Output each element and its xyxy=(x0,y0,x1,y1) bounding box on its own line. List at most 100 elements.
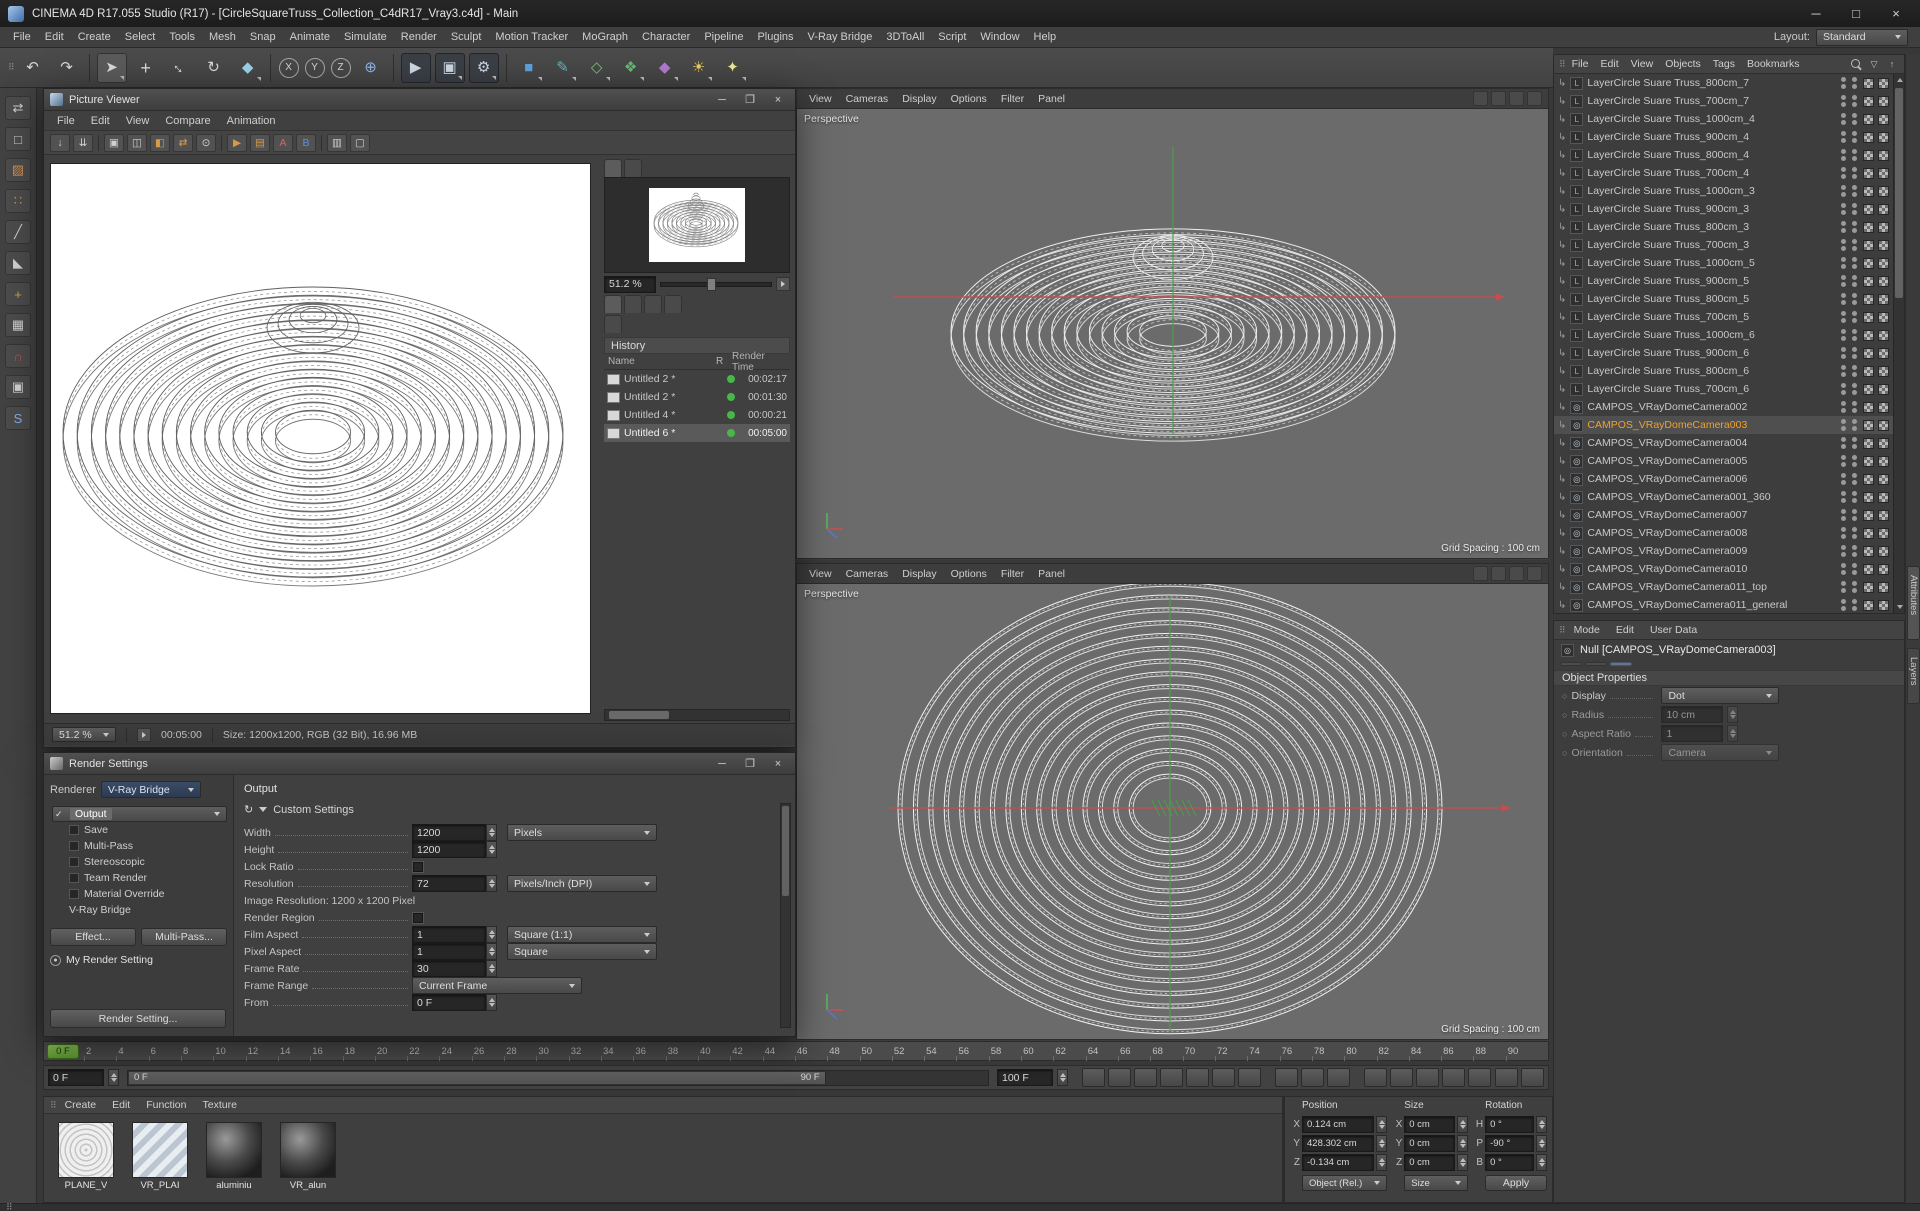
menubar-item[interactable]: Create xyxy=(71,31,118,43)
viewport-menu-item[interactable]: Options xyxy=(945,93,993,105)
render-toggle-icon[interactable] xyxy=(1852,185,1857,197)
field-unit-select[interactable]: Pixels xyxy=(507,824,657,841)
render-toggle-icon[interactable] xyxy=(1852,383,1857,395)
navigator-tab[interactable] xyxy=(604,159,622,177)
visibility-toggle-icon[interactable] xyxy=(1841,455,1846,467)
object-row[interactable]: ↳ L LayerCircle Suare Truss_700cm_4 xyxy=(1554,164,1893,182)
rotation-h-input[interactable]: 0 ° xyxy=(1485,1116,1534,1133)
object-row[interactable]: ↳ ◎ CAMPOS_VRayDomeCamera011_general xyxy=(1554,596,1893,613)
texture-tag-icon[interactable] xyxy=(1878,294,1889,305)
timeline-mode-button[interactable] xyxy=(1495,1068,1518,1087)
viewport-menu-item[interactable]: Panel xyxy=(1032,93,1071,105)
rotation-p-input[interactable]: -90 ° xyxy=(1485,1135,1534,1152)
apply-button[interactable]: Apply xyxy=(1485,1175,1547,1191)
texture-tag-icon[interactable] xyxy=(1863,366,1874,377)
texture-tag-icon[interactable] xyxy=(1878,420,1889,431)
hierarchy-arrow-icon[interactable]: ↳ xyxy=(1558,132,1566,143)
menubar-item[interactable]: Animate xyxy=(283,31,337,43)
menubar-item[interactable]: Edit xyxy=(38,31,71,43)
spinner[interactable] xyxy=(1376,1154,1387,1171)
render-toggle-icon[interactable] xyxy=(1852,563,1857,575)
visibility-toggle-icon[interactable] xyxy=(1841,77,1846,89)
menubar-item[interactable]: Simulate xyxy=(337,31,394,43)
texture-tag-icon[interactable] xyxy=(1878,438,1889,449)
compare-ab-icon[interactable]: ◧ xyxy=(150,134,170,152)
texture-tag-icon[interactable] xyxy=(1878,222,1889,233)
om-menu-item[interactable]: Edit xyxy=(1596,58,1624,70)
rs-vertical-scrollbar[interactable] xyxy=(780,803,791,1028)
timeline-handle-icon[interactable] xyxy=(1521,1068,1544,1087)
menubar-item[interactable]: Sculpt xyxy=(444,31,489,43)
render-toggle-icon[interactable] xyxy=(1852,239,1857,251)
field-value-input[interactable]: 1 xyxy=(412,926,486,943)
texture-tag-icon[interactable] xyxy=(1878,240,1889,251)
am-lock-icon[interactable] xyxy=(1866,623,1880,637)
toolbar-separator[interactable] xyxy=(89,54,90,82)
object-row[interactable]: ↳ ◎ CAMPOS_VRayDomeCamera009 xyxy=(1554,542,1893,560)
panel-handle-icon[interactable]: ⠿ xyxy=(1559,625,1565,636)
object-row[interactable]: ↳ L LayerCircle Suare Truss_900cm_5 xyxy=(1554,272,1893,290)
render-settings-section[interactable]: Material Override xyxy=(52,886,227,902)
attribute-tab[interactable] xyxy=(1560,662,1582,666)
object-row[interactable]: ↳ L LayerCircle Suare Truss_900cm_3 xyxy=(1554,200,1893,218)
object-row[interactable]: ↳ ◎ CAMPOS_VRayDomeCamera010 xyxy=(1554,560,1893,578)
pv-menu-item[interactable]: View xyxy=(119,115,157,127)
render-settings-titlebar[interactable]: Render Settings ─ ❐ × xyxy=(44,753,795,775)
scroll-up-arrow[interactable] xyxy=(1894,74,1905,86)
visibility-toggle-icon[interactable] xyxy=(1841,185,1846,197)
status-zoom-select[interactable]: 51.2 % xyxy=(52,727,116,742)
viewport-menu-item[interactable]: View xyxy=(803,568,838,580)
texture-tag-icon[interactable] xyxy=(1863,96,1874,107)
rotate-tool[interactable]: ↻ xyxy=(199,53,229,83)
texture-tag-icon[interactable] xyxy=(1863,492,1874,503)
object-row[interactable]: ↳ L LayerCircle Suare Truss_800cm_5 xyxy=(1554,290,1893,308)
object-row[interactable]: ↳ ◎ CAMPOS_VRayDomeCamera006 xyxy=(1554,470,1893,488)
render-setting-radio-icon[interactable]: ● xyxy=(50,955,61,966)
add-spline-button[interactable]: ✎ xyxy=(548,53,578,83)
texture-tag-icon[interactable] xyxy=(1863,168,1874,179)
move-tool[interactable]: + xyxy=(131,53,161,83)
hierarchy-arrow-icon[interactable]: ↳ xyxy=(1558,600,1566,611)
render-toggle-icon[interactable] xyxy=(1852,275,1857,287)
visibility-toggle-icon[interactable] xyxy=(1841,347,1846,359)
texture-tag-icon[interactable] xyxy=(1863,312,1874,323)
texture-tag-icon[interactable] xyxy=(1863,600,1874,611)
field-value-input[interactable]: 30 xyxy=(412,960,486,977)
texture-tag-icon[interactable] xyxy=(1863,528,1874,539)
texture-tag-icon[interactable] xyxy=(1878,96,1889,107)
render-toggle-icon[interactable] xyxy=(1852,365,1857,377)
menubar-item[interactable]: Render xyxy=(394,31,444,43)
viewport-menu-item[interactable]: Filter xyxy=(995,568,1030,580)
add-deformer-button[interactable]: ◆ xyxy=(650,53,680,83)
viewport-menu-item[interactable]: Panel xyxy=(1032,568,1071,580)
pv-panel-tab[interactable] xyxy=(644,295,662,313)
field-unit-select[interactable]: Current Frame xyxy=(412,977,582,994)
texture-tag-icon[interactable] xyxy=(1878,276,1889,287)
record-options-button[interactable] xyxy=(1327,1068,1350,1087)
picture-viewer-window[interactable]: Picture Viewer ─ ❐ × FileEditViewCompare… xyxy=(43,88,796,748)
history-row[interactable]: Untitled 2 * 00:02:17 xyxy=(604,370,790,388)
menubar-item[interactable]: Tools xyxy=(162,31,202,43)
visibility-toggle-icon[interactable] xyxy=(1841,239,1846,251)
spinner[interactable] xyxy=(1536,1154,1547,1171)
menubar-item[interactable]: V-Ray Bridge xyxy=(801,31,880,43)
field-spinner[interactable] xyxy=(486,994,497,1011)
save-image-icon[interactable]: ↓ xyxy=(50,134,70,152)
visibility-toggle-icon[interactable] xyxy=(1841,95,1846,107)
hierarchy-arrow-icon[interactable]: ↳ xyxy=(1558,348,1566,359)
texture-tag-icon[interactable] xyxy=(1878,492,1889,503)
object-row[interactable]: ↳ ◎ CAMPOS_VRayDomeCamera011_top xyxy=(1554,578,1893,596)
hierarchy-arrow-icon[interactable]: ↳ xyxy=(1558,114,1566,125)
object-row[interactable]: ↳ L LayerCircle Suare Truss_800cm_3 xyxy=(1554,218,1893,236)
history-row[interactable]: Untitled 2 * 00:01:30 xyxy=(604,388,790,406)
texture-tag-icon[interactable] xyxy=(1878,78,1889,89)
polygons-mode-icon[interactable]: ◣ xyxy=(5,251,31,275)
render-toggle-icon[interactable] xyxy=(1852,293,1857,305)
points-mode-icon[interactable]: ∷ xyxy=(5,189,31,213)
scale-tool[interactable]: ↔ xyxy=(165,53,195,83)
menubar-item[interactable]: Pipeline xyxy=(697,31,750,43)
history-row[interactable]: Untitled 4 * 00:00:21 xyxy=(604,406,790,424)
object-row[interactable]: ↳ ◎ CAMPOS_VRayDomeCamera005 xyxy=(1554,452,1893,470)
texture-tag-icon[interactable] xyxy=(1863,330,1874,341)
next-frame-button[interactable] xyxy=(1186,1068,1209,1087)
